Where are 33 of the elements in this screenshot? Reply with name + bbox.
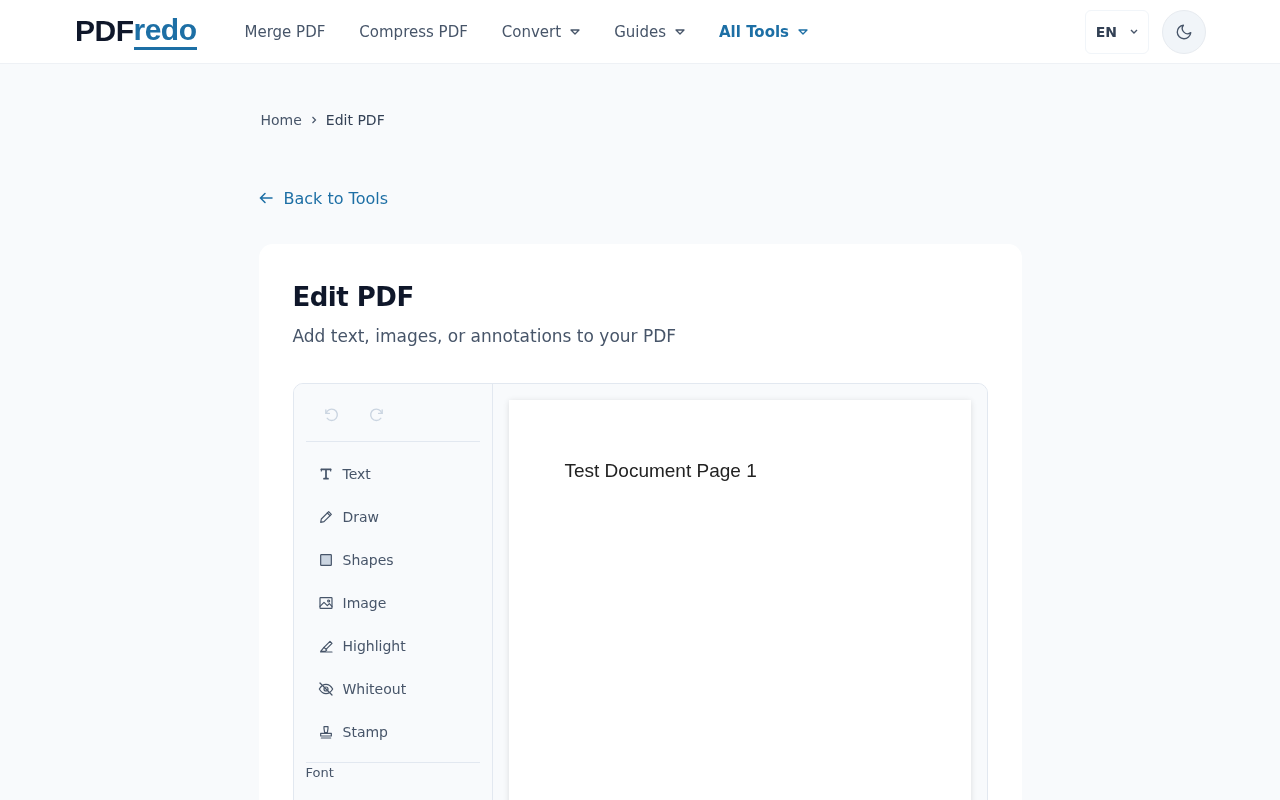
breadcrumb-item[interactable]: Home [260,112,302,128]
arrow-left-icon [258,192,273,204]
tool-button[interactable]: Whiteout [305,667,480,710]
stamp-icon [317,723,334,740]
tool-button[interactable]: Highlight [305,624,480,667]
nav-link[interactable]: All Tools [719,22,809,41]
tool-button[interactable]: Stamp [305,710,480,753]
square-icon [317,551,334,568]
section-label: Font [305,765,335,780]
tool-button[interactable]: Text [305,452,480,495]
tool-button[interactable]: Draw [305,495,480,538]
redo-icon [368,406,385,424]
undo-icon [323,406,340,424]
breadcrumb-item: Edit PDF [325,112,385,128]
logo[interactable]: PDFredo [75,13,197,50]
theme-toggle-button[interactable] [1162,9,1206,54]
eye-off-icon [317,680,334,697]
tool-button[interactable]: Shapes [305,538,480,581]
back-link[interactable]: Back to Tools [258,186,388,210]
nav-link[interactable]: Compress PDF [359,22,468,41]
nav-link[interactable]: Merge PDF [244,22,326,41]
tool-button[interactable]: Image [305,581,480,624]
page-text: Test Document Page 1 [564,460,757,482]
chevron-right-icon [310,116,317,124]
nav-link[interactable]: Convert [501,22,581,41]
language-selector[interactable]: EN [1084,9,1149,54]
page-subtitle: Add text, images, or annotations to your PDF [292,325,678,348]
pencil-icon [317,508,334,525]
chevron-down-icon [1130,29,1138,34]
nav-link[interactable]: Guides [614,22,685,41]
page-title: Edit PDF [292,281,415,314]
moon-icon [1175,22,1193,41]
image-icon [317,594,334,611]
